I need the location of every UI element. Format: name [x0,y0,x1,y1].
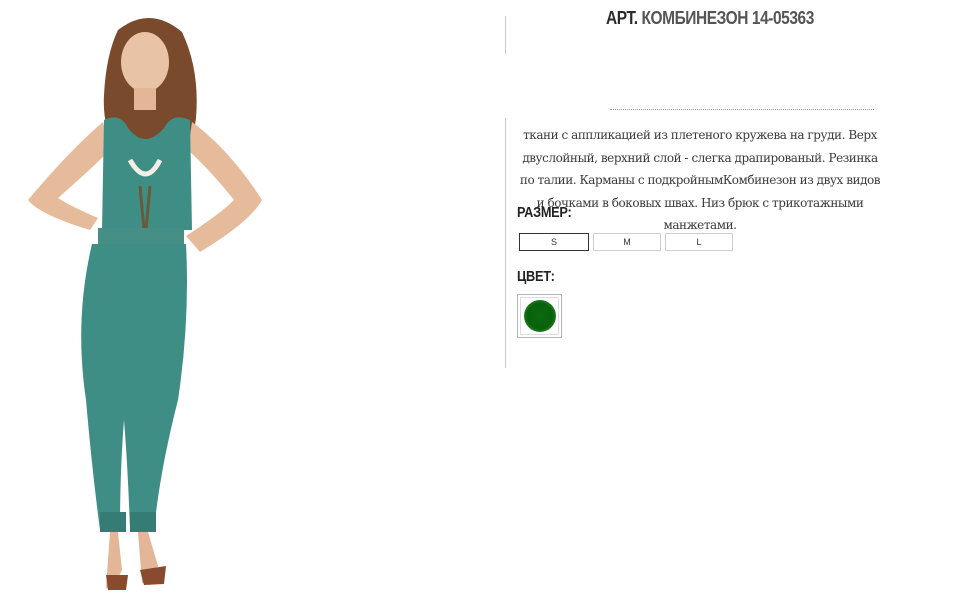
divider-main [505,118,506,368]
title-prefix: АРТ. [606,8,638,28]
size-option-l[interactable]: L [665,233,733,251]
color-swatch-green[interactable] [517,294,562,338]
color-swatch-dot [523,300,556,332]
model-illustration [28,17,262,590]
product-photo[interactable] [0,0,300,595]
title-name: КОМБИНЕЗОН 14-05363 [641,8,814,28]
color-swatch-frame [520,297,559,335]
product-title: АРТ. КОМБИНЕЗОН 14-05363 [606,8,814,29]
size-label: РАЗМЕР: [517,204,572,221]
divider-top [505,16,506,54]
dotted-separator [610,109,874,110]
size-option-s[interactable]: S [519,233,589,251]
size-option-m[interactable]: M [593,233,661,251]
size-options: S M L [519,233,733,251]
color-label: ЦВЕТ: [517,268,555,285]
